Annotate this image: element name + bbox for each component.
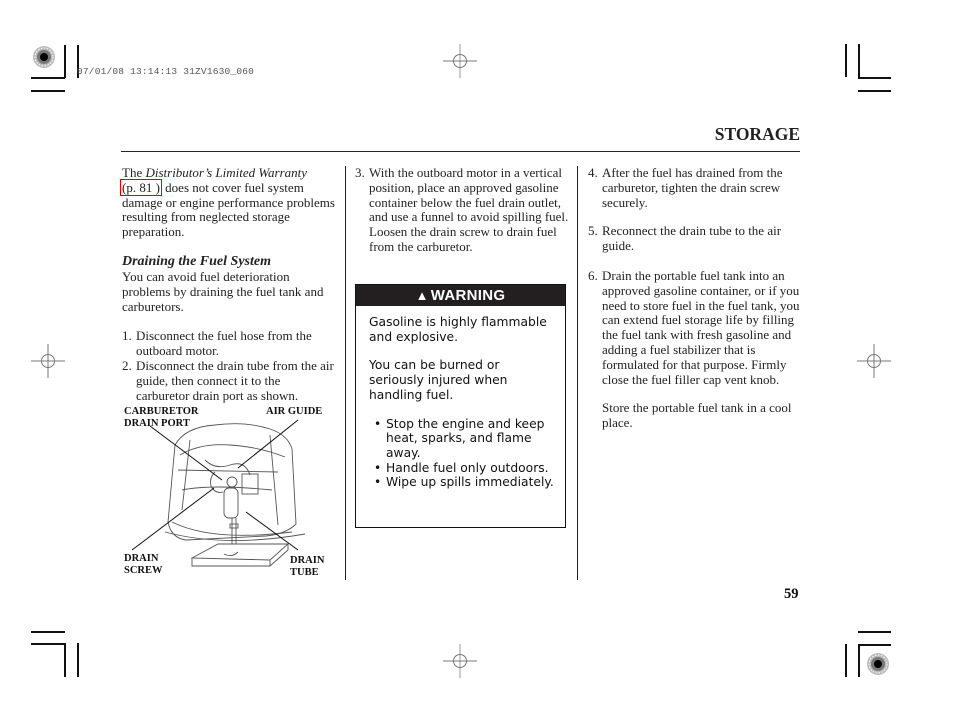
steps-list: 1. Disconnect the fuel hose from the outb… xyxy=(122,329,336,403)
warning-title: WARNING xyxy=(430,287,506,304)
column-divider xyxy=(577,166,578,580)
warning-paragraph: You can be burned or seriously injured w… xyxy=(369,358,508,402)
page-reference-link[interactable]: (p. 81 ) xyxy=(120,178,162,196)
subheading-intro: You can avoid fuel deterioration problem… xyxy=(122,268,324,314)
step-item: 4. After the fuel has drained from the ca… xyxy=(588,165,783,210)
crop-mark xyxy=(858,631,891,633)
crop-mark xyxy=(31,643,65,645)
crop-mark xyxy=(845,44,847,77)
crop-mark xyxy=(31,90,65,92)
registration-target-icon xyxy=(33,46,55,68)
column-1: The Distributor’s Limited Warranty (p. 8… xyxy=(120,165,336,403)
warning-bullets: Stop the engine and keep heat, sparks, a… xyxy=(369,417,555,491)
warning-triangle-icon: ▲ xyxy=(415,288,429,303)
column-2: 3. With the outboard motor in a vertical … xyxy=(355,165,569,255)
warning-box: ▲ WARNING Gasoline is highly flammable an… xyxy=(355,284,566,528)
crop-mark xyxy=(858,90,891,92)
warranty-title: Distributor’s Limited Warranty xyxy=(145,165,308,180)
print-meta: 07/01/08 13:14:13 31ZV1630_060 xyxy=(77,66,255,77)
step-item: 5. Reconnect the drain tube to the air gu… xyxy=(588,223,782,254)
subheading: Draining the Fuel System xyxy=(122,253,271,269)
closing-note: Store the portable fuel tank in a cool p… xyxy=(602,400,792,431)
crop-mark xyxy=(64,643,66,677)
crosshair-mark-icon xyxy=(443,44,477,78)
column-divider xyxy=(345,166,346,580)
warning-header: ▲ WARNING xyxy=(356,285,565,306)
warning-bullet: Wipe up spills immediately. xyxy=(372,475,555,490)
leader-line xyxy=(131,487,215,551)
step-item: 6. Drain the portable fuel tank into an a… xyxy=(588,267,800,387)
warning-body: Gasoline is highly flammable and explosi… xyxy=(356,306,565,490)
page-number: 59 xyxy=(784,586,799,602)
carburetor-drain-illustration xyxy=(131,419,306,567)
crosshair-mark-icon xyxy=(443,644,477,678)
crosshair-mark-icon xyxy=(31,344,65,378)
registration-target-icon xyxy=(867,653,889,675)
crop-mark xyxy=(858,644,891,646)
crop-mark xyxy=(858,77,891,79)
crop-mark xyxy=(31,631,65,633)
leader-line xyxy=(237,419,299,469)
warning-bullet: Handle fuel only outdoors. xyxy=(372,461,555,476)
warning-bullet: Stop the engine and keep heat, sparks, a… xyxy=(372,417,555,461)
drain-tray xyxy=(190,543,290,567)
section-title: STORAGE xyxy=(714,124,800,144)
step-item: 3. With the outboard motor in a vertical … xyxy=(355,165,569,254)
crop-mark xyxy=(858,644,860,677)
column-3: 4. After the fuel has drained from the ca… xyxy=(588,165,803,431)
header-rule xyxy=(121,151,800,152)
crop-mark xyxy=(858,44,860,78)
intro-paragraph: The Distributor’s Limited Warranty (p. 8… xyxy=(120,165,335,240)
step-item: 1. Disconnect the fuel hose from the outb… xyxy=(122,328,312,359)
crop-mark xyxy=(64,45,66,78)
steps-list: 4. After the fuel has drained from the ca… xyxy=(588,165,803,387)
steps-list: 3. With the outboard motor in a vertical … xyxy=(355,165,569,255)
warning-paragraph: Gasoline is highly flammable and explosi… xyxy=(369,315,547,344)
step-item: 2. Disconnect the drain tube from the air… xyxy=(122,357,334,403)
crop-mark xyxy=(31,77,65,79)
crop-mark xyxy=(77,643,79,677)
crop-mark xyxy=(845,644,847,677)
crosshair-mark-icon xyxy=(857,344,891,378)
